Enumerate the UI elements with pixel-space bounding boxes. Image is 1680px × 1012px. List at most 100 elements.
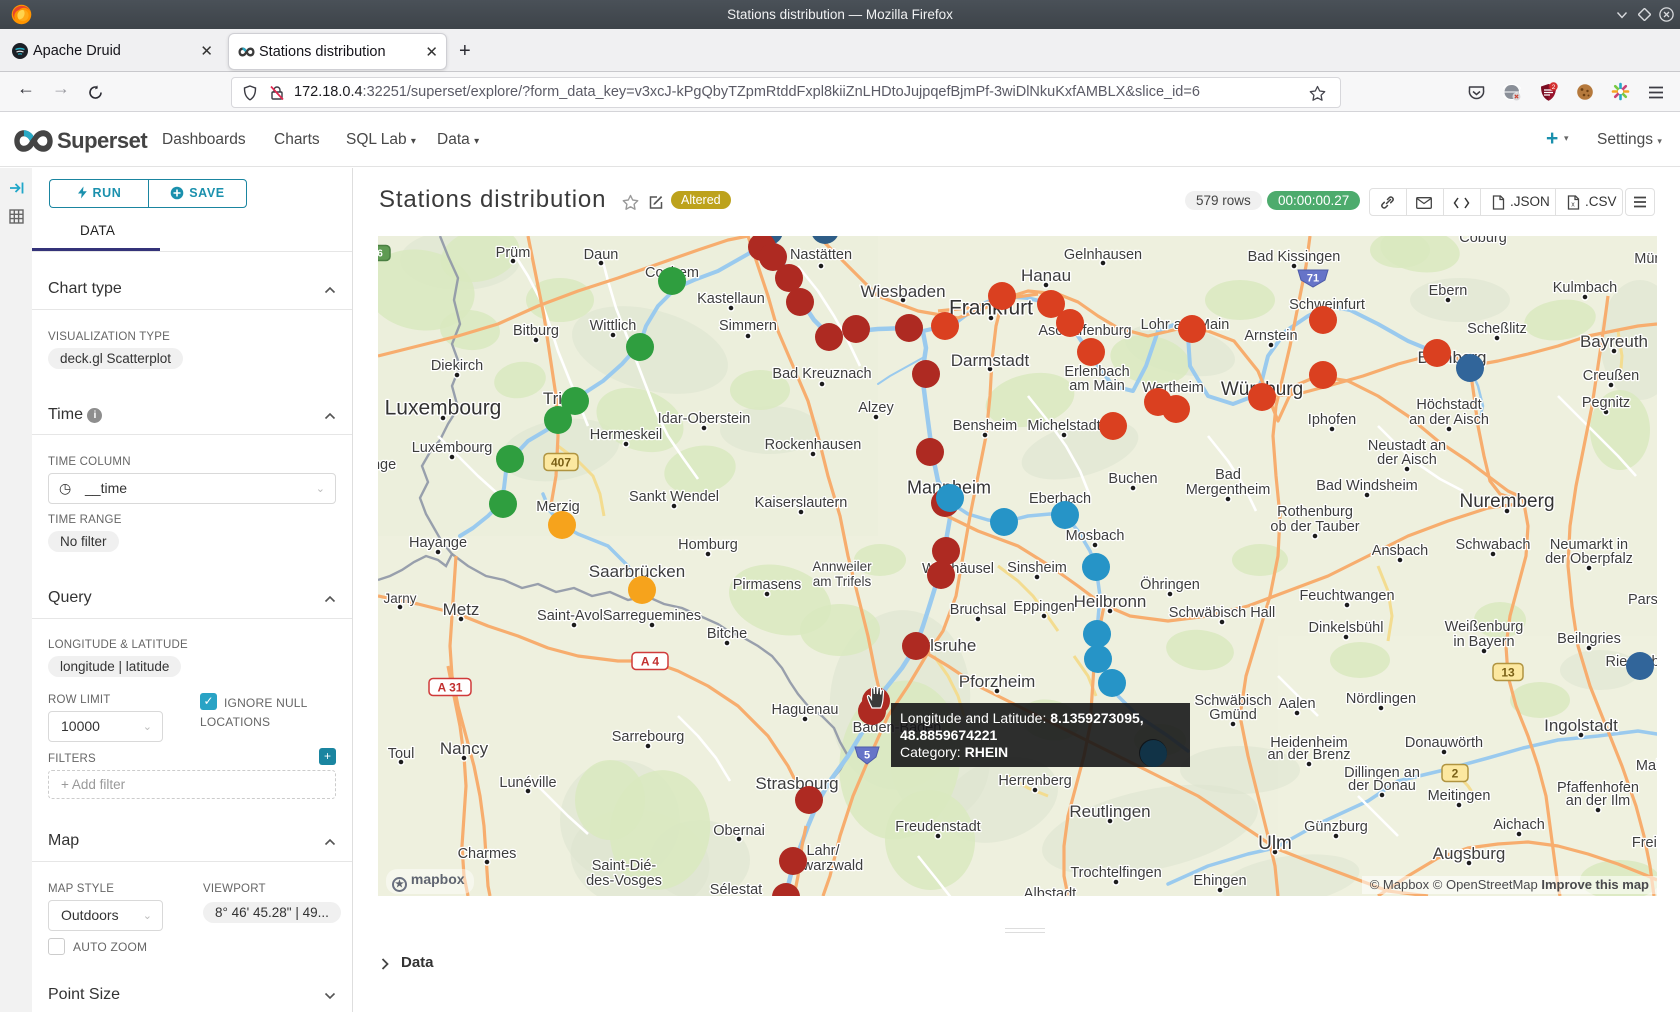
svg-text:Bad: Bad bbox=[1215, 467, 1241, 483]
svg-text:Prüm: Prüm bbox=[496, 245, 531, 261]
svg-text:Idar-Oberstein: Idar-Oberstein bbox=[658, 411, 751, 427]
svg-text:Rothenburg: Rothenburg bbox=[1277, 504, 1353, 520]
svg-text:Reutlingen: Reutlingen bbox=[1069, 802, 1150, 821]
svg-text:Nancy: Nancy bbox=[440, 739, 489, 758]
svg-text:Toul: Toul bbox=[388, 746, 415, 762]
svg-text:Annweiler: Annweiler bbox=[812, 559, 872, 574]
svg-text:Bayreuth: Bayreuth bbox=[1580, 332, 1648, 351]
svg-text:Daun: Daun bbox=[584, 247, 619, 263]
svg-text:2: 2 bbox=[1552, 84, 1556, 91]
svg-text:Schwäbisch Hall: Schwäbisch Hall bbox=[1169, 605, 1275, 621]
svg-text:Simmern: Simmern bbox=[719, 318, 777, 334]
svg-text:Kastellaun: Kastellaun bbox=[697, 291, 765, 307]
svg-text:Höchstadt: Höchstadt bbox=[1416, 397, 1481, 413]
svg-text:Charmes: Charmes bbox=[458, 846, 517, 862]
svg-text:Iphofen: Iphofen bbox=[1308, 412, 1356, 428]
svg-text:Sélestat: Sélestat bbox=[710, 882, 762, 896]
svg-text:Kaiserslautern: Kaiserslautern bbox=[755, 495, 848, 511]
svg-text:Darmstadt: Darmstadt bbox=[951, 351, 1030, 370]
svg-text:Eppingen: Eppingen bbox=[1013, 599, 1074, 615]
svg-text:x: x bbox=[1571, 202, 1575, 209]
svg-text:Bensheim: Bensheim bbox=[953, 418, 1017, 434]
svg-text:Creußen: Creußen bbox=[1583, 368, 1639, 384]
svg-text:Meitingen: Meitingen bbox=[1428, 788, 1491, 804]
svg-text:Mair: Mair bbox=[1636, 758, 1657, 774]
svg-text:der Aisch: der Aisch bbox=[1377, 452, 1437, 468]
svg-text:an der Brenz: an der Brenz bbox=[1267, 747, 1350, 763]
svg-text:Mergentheim: Mergentheim bbox=[1186, 482, 1271, 498]
svg-text:6: 6 bbox=[378, 249, 383, 260]
svg-text:in Bayern: in Bayern bbox=[1453, 634, 1514, 650]
svg-text:Heilbronn: Heilbronn bbox=[1074, 592, 1147, 611]
svg-text:Bruchsal: Bruchsal bbox=[950, 602, 1006, 618]
svg-text:Sinsheim: Sinsheim bbox=[1007, 560, 1067, 576]
svg-text:Herrenberg: Herrenberg bbox=[998, 773, 1071, 789]
svg-text:Aschaffenburg: Aschaffenburg bbox=[1038, 323, 1131, 339]
svg-text:5: 5 bbox=[864, 750, 870, 762]
svg-text:an der Aisch: an der Aisch bbox=[1409, 412, 1489, 428]
svg-text:Hanau: Hanau bbox=[1021, 266, 1071, 285]
svg-text:Jarny: Jarny bbox=[383, 591, 416, 606]
svg-text:am Main: am Main bbox=[1069, 378, 1125, 394]
svg-text:Bitche: Bitche bbox=[707, 626, 747, 642]
svg-text:warzwald: warzwald bbox=[802, 858, 863, 874]
svg-text:Albstadt: Albstadt bbox=[1024, 886, 1076, 896]
svg-text:Münc: Münc bbox=[1634, 251, 1657, 267]
svg-text:Buchen: Buchen bbox=[1108, 471, 1157, 487]
svg-text:Beilngries: Beilngries bbox=[1557, 631, 1621, 647]
svg-text:Wiesbaden: Wiesbaden bbox=[860, 282, 945, 301]
svg-text:Sarrebourg: Sarrebourg bbox=[612, 729, 685, 745]
svg-text:Metz: Metz bbox=[443, 600, 480, 619]
svg-text:Alzey: Alzey bbox=[858, 400, 894, 416]
svg-text:Saint-Avold: Saint-Avold bbox=[537, 608, 611, 624]
svg-text:Ulm: Ulm bbox=[1258, 833, 1292, 854]
svg-text:an der Ilm: an der Ilm bbox=[1566, 793, 1630, 809]
svg-text:Günzburg: Günzburg bbox=[1304, 819, 1368, 835]
svg-text:Öhringen: Öhringen bbox=[1140, 575, 1200, 593]
svg-text:Parsbe: Parsbe bbox=[1628, 592, 1657, 608]
svg-text:Pirmasens: Pirmasens bbox=[733, 577, 802, 593]
svg-text:Augsburg: Augsburg bbox=[1433, 844, 1506, 863]
svg-text:Lunéville: Lunéville bbox=[499, 775, 556, 791]
svg-text:Michelstadt: Michelstadt bbox=[1027, 418, 1100, 434]
svg-text:ob der Tauber: ob der Tauber bbox=[1270, 519, 1359, 535]
svg-text:Weißenburg: Weißenburg bbox=[1445, 619, 1524, 635]
svg-text:Donauwörth: Donauwörth bbox=[1405, 735, 1483, 751]
svg-text:Hermeskeil: Hermeskeil bbox=[590, 427, 663, 443]
svg-text:Bad Kissingen: Bad Kissingen bbox=[1248, 249, 1341, 265]
svg-text:Sarreguemines: Sarreguemines bbox=[603, 608, 701, 624]
svg-text:Bad Windsheim: Bad Windsheim bbox=[1316, 478, 1418, 494]
svg-text:13: 13 bbox=[1501, 665, 1515, 679]
svg-text:der Donau: der Donau bbox=[1348, 778, 1416, 794]
svg-text:Ingolstadt: Ingolstadt bbox=[1544, 716, 1618, 735]
svg-text:Pforzheim: Pforzheim bbox=[959, 672, 1036, 691]
svg-text:Coburg: Coburg bbox=[1459, 236, 1507, 246]
svg-text:Aichach: Aichach bbox=[1493, 817, 1545, 833]
svg-text:A 31: A 31 bbox=[438, 680, 463, 694]
svg-text:ange: ange bbox=[378, 457, 396, 473]
svg-text:Wittlich: Wittlich bbox=[590, 318, 637, 334]
svg-text:Gelnhausen: Gelnhausen bbox=[1064, 247, 1142, 263]
svg-text:Mosbach: Mosbach bbox=[1066, 528, 1125, 544]
svg-text:Freudenstadt: Freudenstadt bbox=[895, 819, 980, 835]
svg-text:Nuremberg: Nuremberg bbox=[1459, 491, 1554, 512]
svg-text:Homburg: Homburg bbox=[678, 537, 738, 553]
svg-text:Schwabach: Schwabach bbox=[1456, 537, 1531, 553]
svg-text:2: 2 bbox=[1452, 766, 1459, 780]
svg-text:Ebern: Ebern bbox=[1429, 283, 1468, 299]
svg-text:Luxembourg: Luxembourg bbox=[385, 397, 502, 420]
svg-text:Obernai: Obernai bbox=[713, 823, 765, 839]
svg-text:Saint-Dié-: Saint-Dié- bbox=[592, 858, 657, 874]
svg-text:Arnstein: Arnstein bbox=[1244, 328, 1297, 344]
svg-text:Strasbourg: Strasbourg bbox=[755, 774, 838, 793]
svg-text:Sankt Wendel: Sankt Wendel bbox=[629, 489, 719, 505]
svg-text:Diekirch: Diekirch bbox=[431, 358, 483, 374]
svg-text:Rockenhausen: Rockenhausen bbox=[765, 437, 862, 453]
svg-text:407: 407 bbox=[551, 455, 571, 469]
svg-text:Ansbach: Ansbach bbox=[1372, 543, 1428, 559]
svg-text:Nastätten: Nastätten bbox=[790, 247, 852, 263]
svg-text:A 4: A 4 bbox=[641, 654, 660, 668]
svg-text:Scheßlitz: Scheßlitz bbox=[1467, 321, 1527, 337]
svg-text:Gmünd: Gmünd bbox=[1209, 707, 1257, 723]
svg-text:Ehingen: Ehingen bbox=[1193, 873, 1246, 889]
